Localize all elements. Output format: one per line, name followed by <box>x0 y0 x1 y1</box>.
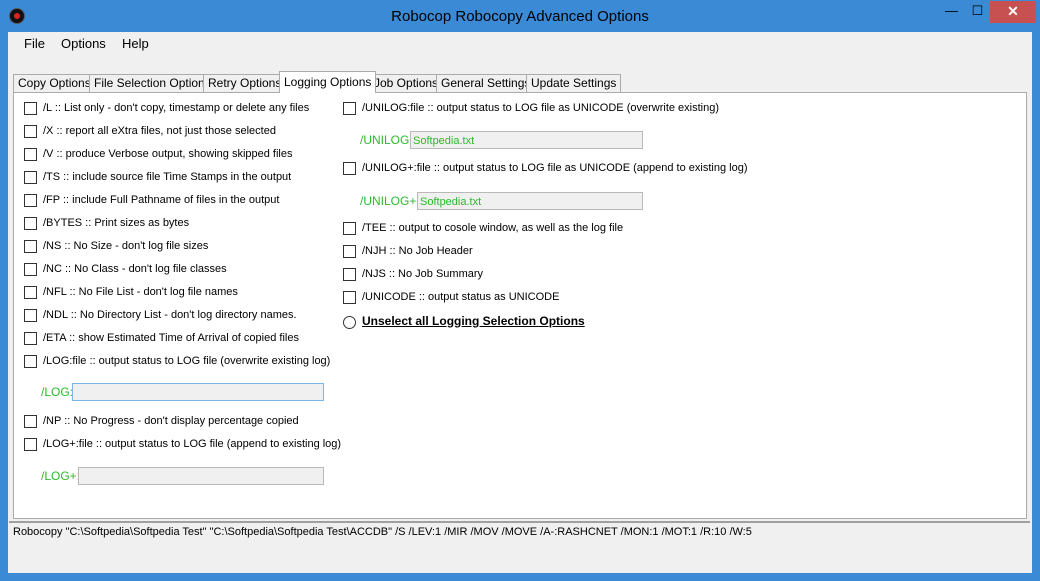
option-label: /BYTES :: Print sizes as bytes <box>43 217 190 229</box>
option-label: /NJS :: No Job Summary <box>362 268 484 280</box>
checkbox[interactable] <box>24 171 37 184</box>
menu-help[interactable]: Help <box>122 36 149 51</box>
checkbox[interactable] <box>24 415 37 428</box>
checkbox[interactable] <box>343 291 356 304</box>
checkbox[interactable] <box>24 240 37 253</box>
app-window: Robocop Robocopy Advanced Options — ☐ ✕ … <box>0 0 1040 581</box>
option-label: /LOG:file :: output status to LOG file (… <box>43 355 331 367</box>
checkbox[interactable] <box>24 102 37 115</box>
tab-update-settings[interactable]: Update Settings <box>526 74 622 92</box>
checkbox[interactable] <box>24 263 37 276</box>
checkbox[interactable] <box>24 332 37 345</box>
logplus-field-label: /LOG+: <box>41 469 81 483</box>
option-label: /LOG+:file :: output status to LOG file … <box>43 438 342 450</box>
checkbox[interactable] <box>24 194 37 207</box>
checkbox[interactable] <box>24 286 37 299</box>
client-area: File Options Help Copy Options File Sele… <box>8 32 1032 573</box>
option-label: /UNICODE :: output status as UNICODE <box>362 291 560 303</box>
unselect-all-label[interactable]: Unselect all Logging Selection Options <box>362 314 585 328</box>
title-bar[interactable]: Robocop Robocopy Advanced Options — ☐ ✕ <box>1 1 1039 32</box>
checkbox[interactable] <box>343 162 356 175</box>
close-button[interactable]: ✕ <box>990 1 1036 23</box>
checkbox[interactable] <box>343 268 356 281</box>
unilogplus-field-label: /UNILOG+: <box>360 194 420 208</box>
maximize-button[interactable]: ☐ <box>964 1 991 23</box>
option-label: /FP :: include Full Pathname of files in… <box>43 194 280 206</box>
option-label: /NS :: No Size - don't log file sizes <box>43 240 209 252</box>
option-label: /NDL :: No Directory List - don't log di… <box>43 309 297 321</box>
option-label: /UNILOG+:file :: output status to LOG fi… <box>362 162 748 174</box>
menu-bar: File Options Help <box>8 32 1032 54</box>
option-label: /TS :: include source file Time Stamps i… <box>43 171 292 183</box>
checkbox[interactable] <box>24 355 37 368</box>
command-text: Robocopy "C:\Softpedia\Softpedia Test" "… <box>13 526 752 538</box>
tab-general-settings[interactable]: General Settings <box>436 74 536 92</box>
checkbox[interactable] <box>343 102 356 115</box>
minimize-button[interactable]: — <box>938 1 965 23</box>
checkbox[interactable] <box>343 222 356 235</box>
option-label: /X :: report all eXtra files, not just t… <box>43 125 276 137</box>
checkbox[interactable] <box>24 309 37 322</box>
checkbox[interactable] <box>24 438 37 451</box>
tab-job-options[interactable]: Job Options <box>369 74 444 92</box>
option-label: /L :: List only - don't copy, timestamp … <box>43 102 310 114</box>
option-label: /NC :: No Class - don't log file classes <box>43 263 227 275</box>
window-title: Robocop Robocopy Advanced Options <box>391 8 649 25</box>
radio-button[interactable] <box>343 316 356 329</box>
tab-logging-options[interactable]: Logging Options <box>279 71 377 93</box>
checkbox[interactable] <box>24 148 37 161</box>
checkbox[interactable] <box>343 245 356 258</box>
menu-file[interactable]: File <box>24 36 45 51</box>
unilog-field-label: /UNILOG: <box>360 133 413 147</box>
log-file-input[interactable] <box>72 383 324 401</box>
checkbox[interactable] <box>24 217 37 230</box>
option-label: /NJH :: No Job Header <box>362 245 473 257</box>
log-append-file-input[interactable] <box>78 467 324 485</box>
unilog-file-input[interactable]: Softpedia.txt <box>410 131 643 149</box>
option-label: /UNILOG:file :: output status to LOG fil… <box>362 102 720 114</box>
logging-options-panel: /L :: List only - don't copy, timestamp … <box>13 92 1027 519</box>
option-label: /ETA :: show Estimated Time of Arrival o… <box>43 332 299 344</box>
tab-file-selection-options[interactable]: File Selection Options <box>89 74 216 92</box>
log-field-label: /LOG: <box>41 385 74 399</box>
option-label: /NFL :: No File List - don't log file na… <box>43 286 238 298</box>
command-preview[interactable]: Robocopy "C:\Softpedia\Softpedia Test" "… <box>9 521 1030 571</box>
tab-retry-options[interactable]: Retry Options <box>203 74 287 92</box>
unilog-append-file-input[interactable]: Softpedia.txt <box>417 192 643 210</box>
tab-copy-options[interactable]: Copy Options <box>13 74 96 92</box>
option-label: /V :: produce Verbose output, showing sk… <box>43 148 293 160</box>
option-label: /NP :: No Progress - don't display perce… <box>43 415 299 427</box>
menu-options[interactable]: Options <box>61 36 106 51</box>
option-label: /TEE :: output to cosole window, as well… <box>362 222 624 234</box>
checkbox[interactable] <box>24 125 37 138</box>
